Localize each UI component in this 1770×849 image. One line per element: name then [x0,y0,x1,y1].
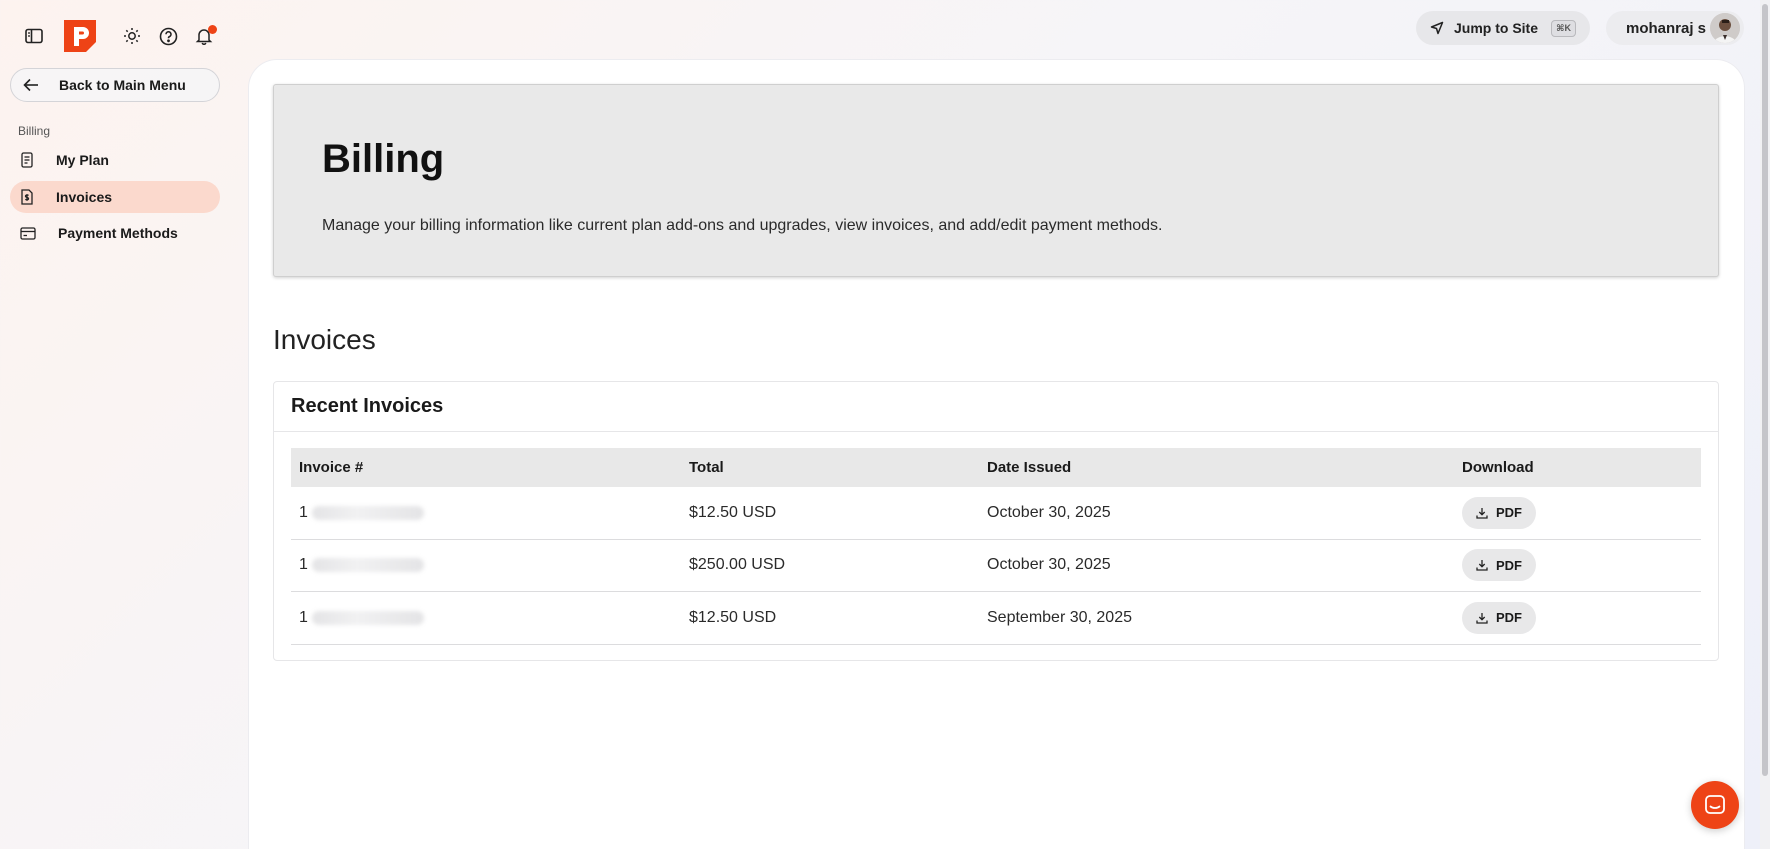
invoice-number: 1 [291,609,689,627]
avatar [1710,13,1740,43]
notification-bell-icon[interactable] [186,18,222,54]
sidebar-item-label: My Plan [56,152,109,168]
download-pdf-button[interactable]: PDF [1462,496,1536,529]
invoice-date: September 30, 2025 [987,608,1132,626]
nav-section-label: Billing [18,124,51,138]
download-pdf-button[interactable]: PDF [1462,601,1536,634]
user-menu-button[interactable]: mohanraj s [1606,11,1744,45]
table-row: 1 $250.00 USD October 30, 2025 PDF [291,540,1701,592]
table-row: 1 $12.50 USD September 30, 2025 PDF [291,592,1701,645]
card-title: Recent Invoices [274,382,1718,432]
download-icon [1476,612,1488,624]
jump-to-site-label: Jump to Site [1454,20,1539,36]
download-pdf-label: PDF [1496,557,1522,573]
back-to-main-menu-label: Back to Main Menu [59,77,186,93]
keyboard-shortcut-badge: ⌘K [1551,19,1576,37]
page-description: Manage your billing information like cur… [322,217,1163,234]
download-icon [1476,507,1488,519]
scrollbar-thumb[interactable] [1762,4,1768,776]
arrow-left-icon [23,78,38,92]
document-icon [21,152,33,168]
column-header-invoice: Invoice # [299,459,364,476]
invoice-number-prefix: 1 [299,503,308,521]
navigation-arrow-icon [1430,21,1444,35]
sidebar-item-label: Payment Methods [58,225,178,241]
redacted-text [311,505,424,520]
sidebar-toggle-icon[interactable] [16,18,52,54]
invoice-icon [21,189,33,205]
page-title: Billing [322,137,445,181]
table-header: Invoice # Total Date Issued Download [291,448,1701,487]
invoice-total: $12.50 USD [689,608,777,626]
column-header-download: Download [1462,459,1534,476]
redacted-text [311,610,424,625]
redacted-text [311,558,424,573]
sidebar-item-my-plan[interactable]: My Plan [10,144,220,176]
billing-hero: Billing Manage your billing information … [273,84,1719,277]
brand-logo[interactable] [60,16,100,56]
jump-to-site-button[interactable]: Jump to Site ⌘K [1416,11,1590,45]
invoice-number: 1 [291,504,689,522]
invoice-number: 1 [291,556,689,574]
download-pdf-label: PDF [1496,505,1522,521]
help-icon[interactable] [150,18,186,54]
download-icon [1476,560,1488,571]
chat-icon [1705,795,1725,814]
invoices-table: Invoice # Total Date Issued Download 1 $… [291,448,1701,645]
topbar-left [16,16,222,56]
back-to-main-menu-button[interactable]: Back to Main Menu [10,68,220,102]
sidebar-item-payment-methods[interactable]: Payment Methods [10,217,220,249]
download-pdf-label: PDF [1496,610,1522,626]
invoice-number-prefix: 1 [299,608,308,626]
sidebar-item-label: Invoices [56,189,113,205]
download-pdf-button[interactable]: PDF [1462,549,1536,582]
notification-badge [208,25,217,34]
sidebar-item-invoices[interactable]: Invoices [10,181,220,213]
invoice-number-prefix: 1 [299,556,308,574]
recent-invoices-card: Recent Invoices Invoice # Total Date Iss… [273,381,1719,661]
theme-sun-icon[interactable] [114,18,150,54]
invoice-total: $250.00 USD [689,556,786,574]
invoice-total: $12.50 USD [689,503,777,521]
invoice-date: October 30, 2025 [987,556,1111,574]
user-name: mohanraj s [1626,19,1707,37]
credit-card-icon [20,226,36,240]
table-row: 1 $12.50 USD October 30, 2025 PDF [291,487,1701,540]
column-header-date: Date Issued [987,459,1072,476]
chat-launcher-button[interactable] [1691,781,1739,829]
page-scrollbar[interactable] [1760,0,1770,849]
section-title: Invoices [273,324,376,355]
invoice-date: October 30, 2025 [987,503,1111,521]
column-header-total: Total [689,459,724,476]
main-content: Billing Manage your billing information … [249,60,1744,849]
